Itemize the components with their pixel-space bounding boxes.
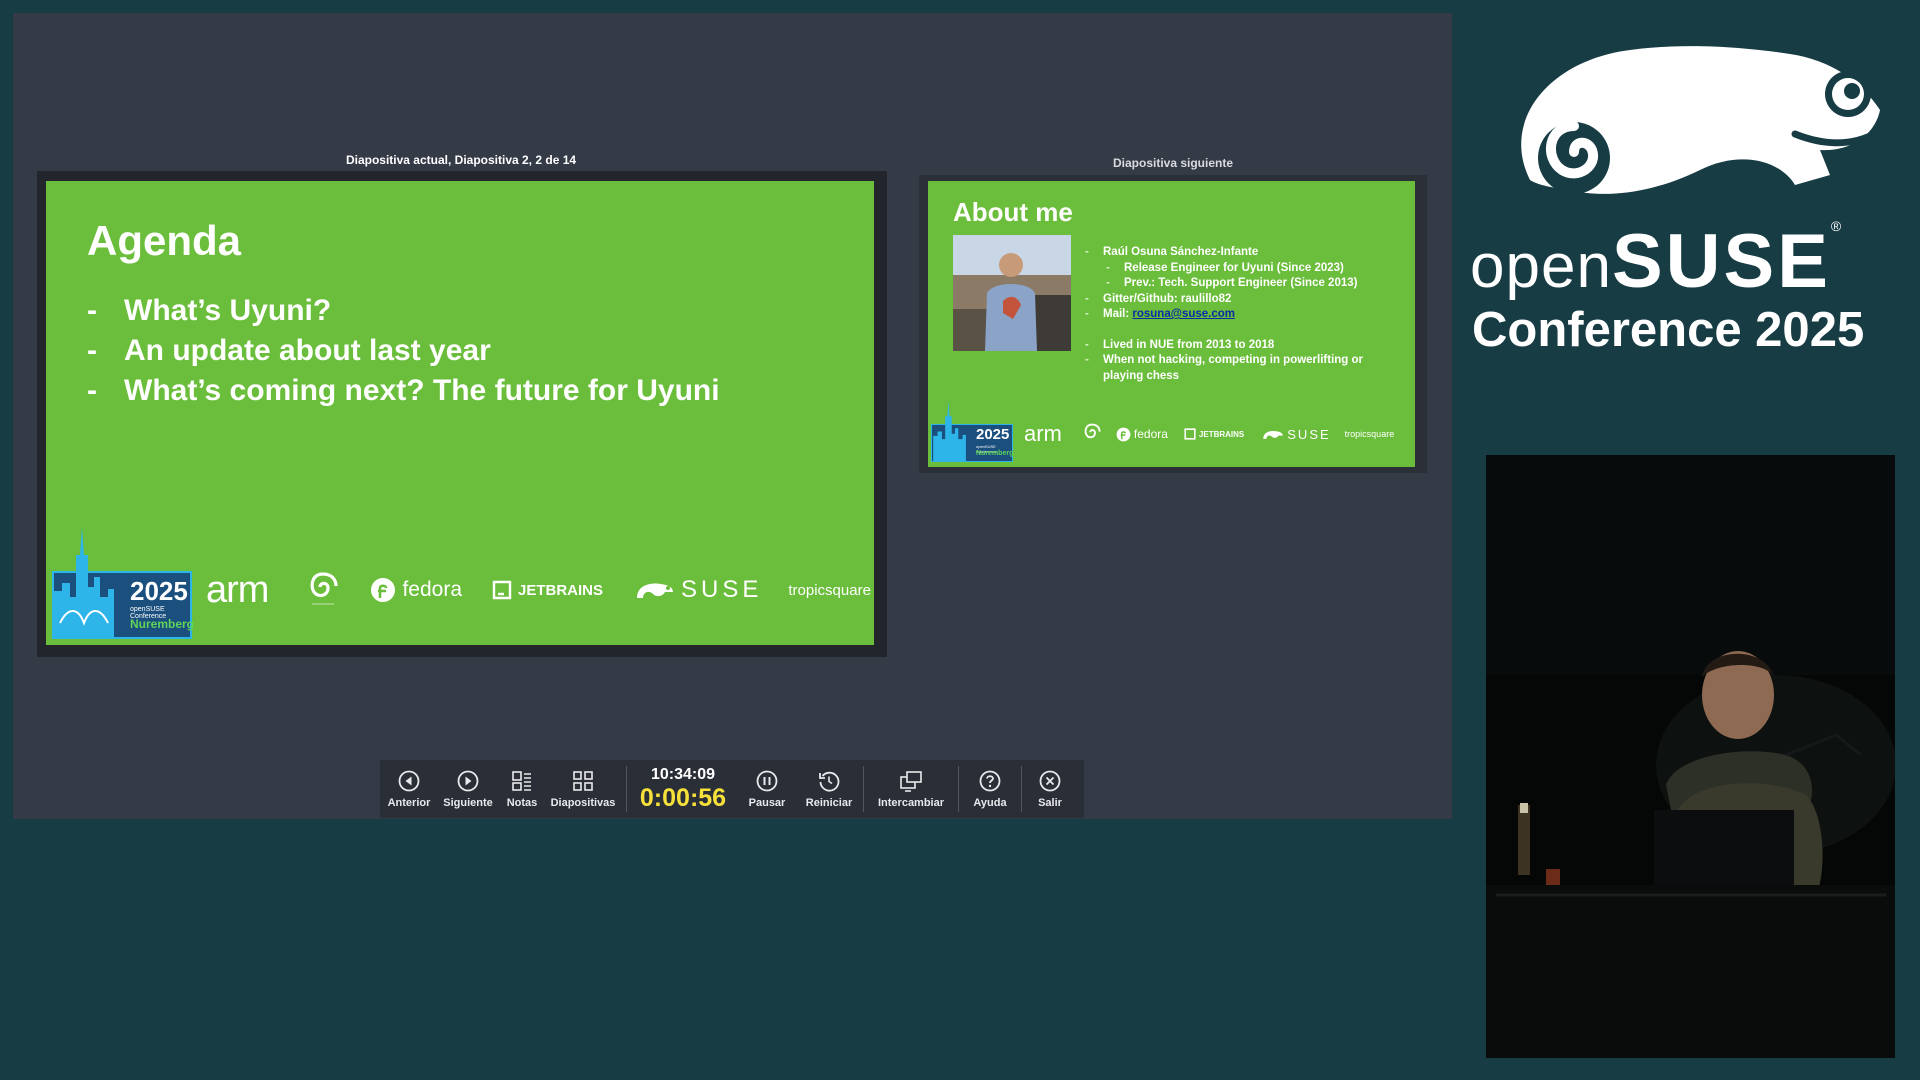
about-line: - Gitter/Github: raulillo82: [1085, 292, 1232, 305]
restart-button[interactable]: Reiniciar: [795, 760, 863, 818]
agenda-list: - What’s Uyuni? - An update about last yea…: [87, 291, 720, 411]
opensuse-chameleon-logo-icon: [1521, 46, 1882, 194]
elapsed-time: 0:00:56: [639, 784, 727, 812]
about-line: - Release Engineer for Uyuni (Since 2023): [1106, 261, 1344, 274]
opensuse-swirl-icon: [1082, 422, 1102, 446]
about-line: - When not hacking, competing in powerlif…: [1085, 354, 1364, 382]
current-slide-caption: Diapositiva actual, Diapositiva 2, 2 de …: [345, 153, 577, 167]
jetbrains-icon: [1184, 428, 1196, 440]
sponsor-logos: 2025 openSUSE Conference Nuremberg arm f…: [928, 401, 1415, 467]
fedora-icon: [1116, 427, 1131, 442]
swap-button[interactable]: Intercambiar: [864, 760, 958, 818]
sponsor-logos: 2025 openSUSE Conference Nuremberg arm f…: [46, 527, 874, 645]
agenda-item: - What’s coming next? The future for Uyun…: [87, 374, 720, 407]
about-line: - Mail: rosuna@suse.com: [1085, 308, 1235, 320]
notes-button[interactable]: Notas: [498, 760, 546, 818]
jetbrains-logo: JETBRAINS: [518, 581, 604, 599]
next-slide-caption: Diapositiva siguiente: [1112, 156, 1234, 170]
close-icon: [1039, 770, 1061, 791]
next-slide-title: About me: [953, 197, 1073, 227]
help-icon: [979, 770, 1001, 791]
chameleon-icon: [635, 578, 675, 602]
conference-badge-logo: 2025 openSUSE Conference Nuremberg: [52, 527, 194, 639]
jetbrains-icon: [492, 580, 512, 600]
spacer: [1083, 323, 1393, 338]
pause-icon: [756, 770, 778, 791]
conference-badge-logo: 2025 openSUSE Conference Nuremberg: [931, 401, 1013, 462]
arm-logo: arm: [206, 568, 269, 611]
slides-grid-icon: [573, 770, 593, 791]
speaker-photo: [953, 235, 1071, 351]
exit-button[interactable]: Salir: [1022, 760, 1078, 818]
about-line: - Lived in NUE from 2013 to 2018: [1085, 338, 1275, 351]
current-slide[interactable]: Agenda - What’s Uyuni? - An update about l…: [46, 181, 874, 645]
arm-logo: arm: [1024, 421, 1062, 446]
swap-displays-icon: [900, 770, 922, 792]
suse-logo: SUSE: [1287, 426, 1331, 442]
timer: 10:34:09 0:00:56: [627, 760, 739, 818]
help-button[interactable]: Ayuda: [959, 760, 1021, 818]
opensuse-swirl-icon: [306, 570, 340, 610]
skyline-icon: [933, 401, 966, 461]
previous-button[interactable]: Anterior: [380, 760, 438, 818]
next-slide[interactable]: About me - Raúl Osuna Sánchez-Infante - Re…: [928, 181, 1415, 467]
presenter-toolbar: Anterior Siguiente Notas Diapositivas 10…: [380, 760, 1084, 818]
conference-title: Conference 2025: [1472, 303, 1865, 357]
tropicsquare-logo: tropicsquare: [788, 581, 871, 599]
agenda-item: - What’s Uyuni?: [87, 294, 332, 327]
tropicsquare-logo: tropicsquare: [1344, 429, 1395, 439]
current-slide-title: Agenda: [87, 217, 242, 264]
fedora-icon: [370, 577, 396, 603]
slides-button[interactable]: Diapositivas: [546, 760, 620, 818]
about-line: - Raúl Osuna Sánchez-Infante: [1085, 246, 1259, 258]
notes-icon: [512, 770, 531, 791]
clock: 10:34:09: [650, 766, 716, 783]
mail-link[interactable]: rosuna@suse.com: [1132, 308, 1235, 320]
speaker-camera-feed: [1486, 455, 1895, 1058]
next-icon: [457, 770, 479, 791]
skyline-icon: [54, 527, 114, 637]
previous-icon: [398, 770, 420, 791]
next-button[interactable]: Siguiente: [438, 760, 498, 818]
suse-logo: SUSE: [681, 576, 763, 603]
opensuse-wordmark: openSUSE®: [1470, 218, 1842, 304]
agenda-item: - An update about last year: [87, 334, 491, 367]
opensuse-conference-brand: openSUSE® Conference 2025: [1470, 40, 1890, 360]
pause-button[interactable]: Pausar: [739, 760, 795, 818]
about-me-list: - Raúl Osuna Sánchez-Infante - Release Eng…: [1083, 245, 1393, 384]
fedora-logo: fedora: [402, 578, 462, 601]
restart-icon: [819, 771, 840, 792]
speaker-video-image: [1486, 455, 1895, 1058]
fedora-logo: fedora: [1133, 427, 1168, 441]
jetbrains-logo: JETBRAINS: [1198, 429, 1245, 439]
chameleon-icon: [1262, 428, 1284, 441]
about-line: - Prev.: Tech. Support Engineer (Since 20…: [1106, 277, 1358, 289]
